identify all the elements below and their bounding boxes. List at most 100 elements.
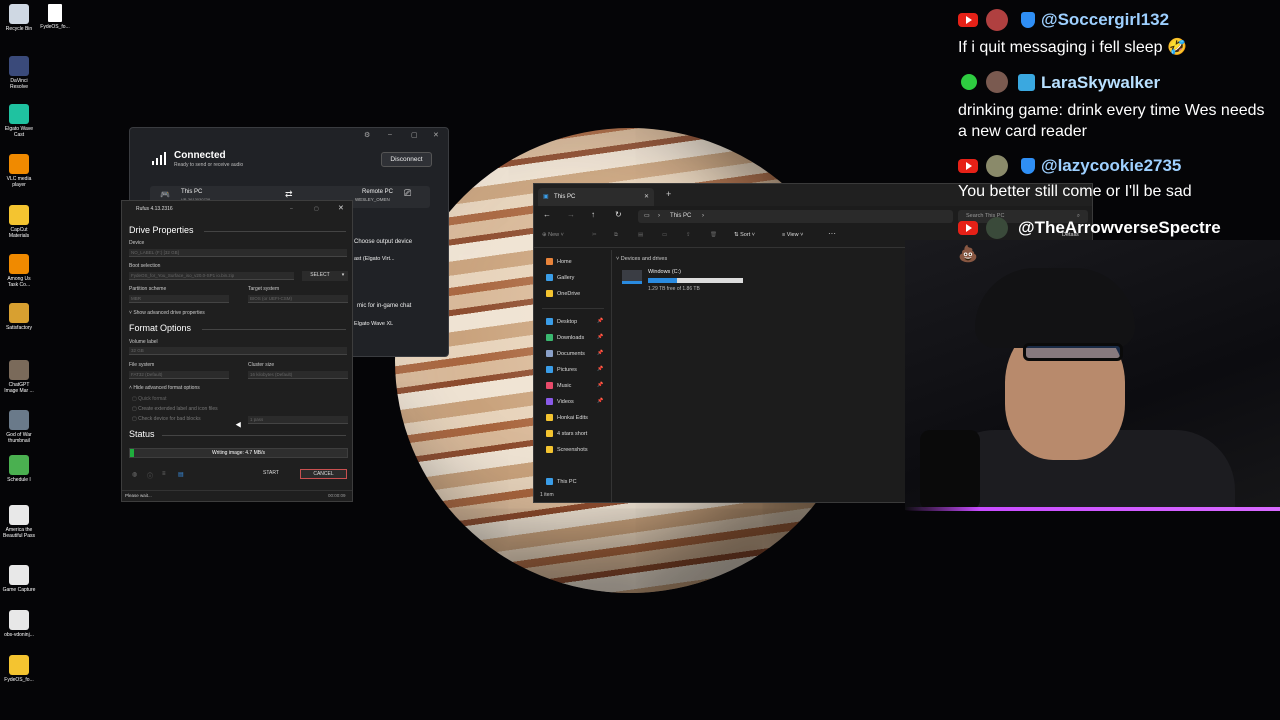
- up-icon[interactable]: ↑: [591, 210, 595, 219]
- sidebar-item[interactable]: Downloads: [546, 334, 584, 341]
- rename-icon[interactable]: ▭: [662, 232, 667, 238]
- mic-device-select[interactable]: Elgato Wave XL: [354, 321, 393, 327]
- paste-icon[interactable]: ▤: [638, 232, 643, 238]
- pin-icon[interactable]: 📌: [597, 398, 603, 404]
- sidebar-item[interactable]: 4 stars short: [546, 430, 587, 437]
- copy-icon[interactable]: ⧉: [614, 232, 618, 239]
- start-button[interactable]: START: [248, 469, 294, 479]
- sidebar-item[interactable]: Documents: [546, 350, 585, 357]
- bad-blocks-checkbox[interactable]: ▢ Check device for bad blocks: [132, 416, 201, 422]
- output-device-select[interactable]: ast (Elgato Virt...: [354, 256, 395, 262]
- desktop-icon[interactable]: Recycle Bin: [2, 4, 36, 32]
- drive-name[interactable]: Windows (C:): [648, 269, 681, 275]
- desktop-icon[interactable]: Among Us Task Co...: [2, 254, 36, 288]
- sidebar-item[interactable]: Honkai Edits: [546, 414, 588, 421]
- info-icon[interactable]: ⓘ: [147, 471, 153, 480]
- tab-this-pc[interactable]: ▣ This PC ✕: [538, 188, 654, 206]
- desktop-icon-fydeos-file[interactable]: FydeOS_fo...: [36, 4, 74, 30]
- maximize-icon[interactable]: ▢: [314, 201, 319, 217]
- device-select[interactable]: NO_LABEL (F:) [32 GB]: [129, 249, 347, 257]
- desktop-icon[interactable]: Elgato Wave Cast: [2, 104, 36, 138]
- image-icon: [9, 410, 29, 430]
- sidebar-item[interactable]: Music: [546, 382, 571, 389]
- view-button[interactable]: ≡ View ˅: [782, 232, 803, 238]
- select-dropdown-icon[interactable]: ▾: [338, 271, 348, 281]
- volume-label-input[interactable]: 32 GB: [129, 347, 347, 355]
- sidebar-item[interactable]: Pictures: [546, 366, 577, 373]
- pin-icon[interactable]: 📌: [597, 366, 603, 372]
- disconnect-button[interactable]: Disconnect: [381, 152, 432, 167]
- folder-icon: [546, 366, 553, 373]
- pin-icon[interactable]: 📌: [597, 350, 603, 356]
- recycle-bin-icon: [9, 4, 29, 24]
- connection-subtitle: Ready to send or receive audio: [174, 162, 244, 168]
- forward-icon[interactable]: →: [567, 210, 575, 219]
- extended-label-checkbox[interactable]: ▢ Create extended label and icon files: [132, 406, 218, 412]
- share-icon[interactable]: ⇪: [686, 232, 691, 238]
- quick-format-checkbox[interactable]: ▢ Quick format: [132, 396, 166, 402]
- cancel-button[interactable]: CANCEL: [300, 469, 347, 479]
- cut-icon[interactable]: ✂: [592, 232, 597, 238]
- boot-selection-select[interactable]: FydeOS_for_You_Surface_iso_v20.0-SP1 io.…: [129, 272, 294, 280]
- desktop-icon[interactable]: VLC media player: [2, 154, 36, 188]
- new-tab-icon[interactable]: +: [666, 189, 671, 199]
- desktop-icon[interactable]: FydeOS_fo...: [2, 655, 36, 683]
- sidebar-item[interactable]: OneDrive: [546, 290, 580, 297]
- sort-button[interactable]: ⇅ Sort ˅: [734, 232, 755, 238]
- footer-status: Please wait...: [125, 493, 152, 498]
- file-system-select[interactable]: FAT32 (Default): [129, 371, 229, 379]
- delete-icon[interactable]: 🗑: [710, 232, 717, 238]
- pin-icon[interactable]: 📌: [597, 334, 603, 340]
- avatar: [986, 217, 1008, 239]
- desktop-icon[interactable]: God of War thumbnail: [2, 410, 36, 444]
- sidebar-item[interactable]: This PC: [546, 478, 577, 485]
- desktop-icon-label: America the Beautiful Pass: [3, 527, 35, 539]
- select-button[interactable]: SELECT: [302, 271, 338, 281]
- sidebar-item[interactable]: Videos: [546, 398, 574, 405]
- desktop-icon[interactable]: Game Capture: [2, 565, 36, 593]
- sidebar-item-label: This PC: [557, 478, 577, 485]
- close-icon[interactable]: ✕: [433, 131, 439, 139]
- desktop-icon[interactable]: Satisfactory: [2, 303, 36, 331]
- new-button[interactable]: ⊕ New ˅: [542, 232, 564, 238]
- schedule-icon: [9, 455, 29, 475]
- log-icon[interactable]: ▤: [178, 471, 184, 478]
- desktop-icon[interactable]: Schedule I: [2, 455, 36, 483]
- advanced-format-toggle[interactable]: ˄ Hide advanced format options: [129, 385, 200, 391]
- pin-icon[interactable]: 📌: [597, 382, 603, 388]
- folder-icon: [9, 655, 29, 675]
- refresh-icon[interactable]: ↻: [615, 210, 622, 219]
- advanced-drive-toggle[interactable]: ˅ Show advanced drive properties: [129, 310, 205, 316]
- cluster-size-select[interactable]: 16 kilobytes (Default): [248, 371, 348, 379]
- sidebar-item[interactable]: Gallery: [546, 274, 574, 281]
- target-system-select[interactable]: BIOS (or UEFI-CSM): [248, 295, 348, 303]
- sidebar-item[interactable]: Desktop: [546, 318, 577, 325]
- more-options-icon[interactable]: ···: [828, 229, 836, 238]
- minimize-icon[interactable]: –: [388, 131, 392, 138]
- desktop-icon[interactable]: DaVinci Resolve: [2, 56, 36, 90]
- close-tab-icon[interactable]: ✕: [644, 188, 649, 206]
- address-text: This PC: [670, 213, 692, 219]
- close-icon[interactable]: ✕: [338, 201, 344, 217]
- sidebar-item-label: Music: [557, 382, 572, 389]
- settings-icon[interactable]: ⚙: [364, 131, 370, 139]
- desktop-icon[interactable]: ChatGPT Image Mar ...: [2, 360, 36, 394]
- globe-icon[interactable]: ◍: [132, 471, 137, 478]
- desktop-icon[interactable]: CapCut Materials: [2, 205, 36, 239]
- drive-properties-heading: Drive Properties: [129, 225, 194, 235]
- desktop-icon[interactable]: America the Beautiful Pass: [2, 505, 36, 539]
- passes-select[interactable]: 1 pass: [248, 416, 348, 424]
- back-icon[interactable]: ←: [543, 210, 551, 219]
- minimize-icon[interactable]: –: [290, 201, 293, 217]
- desktop-icon[interactable]: obs-vdoninj...: [2, 610, 36, 638]
- pin-icon[interactable]: 📌: [597, 318, 603, 324]
- folder-icon: [546, 398, 553, 405]
- address-bar[interactable]: ▭ › This PC ›: [638, 210, 953, 223]
- sidebar-item[interactable]: Screenshots: [546, 446, 588, 453]
- sidebar-item[interactable]: Home: [546, 258, 572, 265]
- swap-icon[interactable]: ⇄: [285, 189, 293, 200]
- settings-icon[interactable]: ≡: [162, 471, 166, 477]
- desktop-icon-label: Schedule I: [7, 477, 31, 483]
- maximize-icon[interactable]: ▢: [411, 131, 418, 139]
- partition-scheme-select[interactable]: MBR: [129, 295, 229, 303]
